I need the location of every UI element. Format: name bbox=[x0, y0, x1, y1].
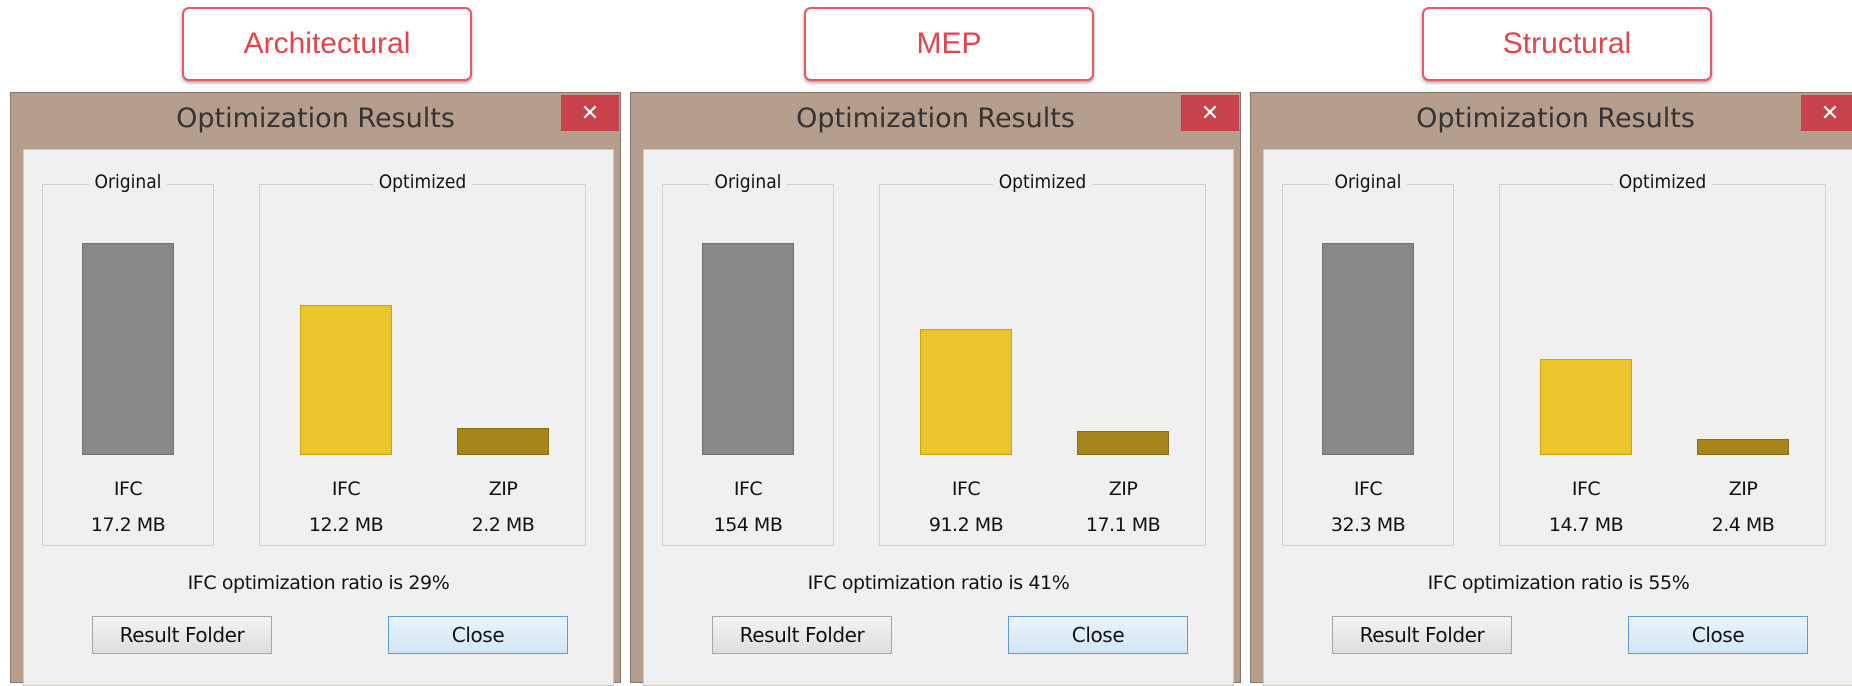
original-group-title: Original bbox=[1328, 171, 1408, 193]
optimized-zip-size: 2.4 MB bbox=[1711, 514, 1775, 536]
optimization-results-window: Optimization Results ✕ Original IFC 32.3… bbox=[1250, 92, 1852, 686]
optimized-zip-size: 2.2 MB bbox=[471, 514, 535, 536]
close-icon[interactable]: ✕ bbox=[561, 95, 619, 131]
optimized-ifc-label: IFC bbox=[1571, 478, 1601, 500]
original-ifc-label: IFC bbox=[1353, 478, 1383, 500]
original-ifc-label: IFC bbox=[733, 478, 763, 500]
optimized-group-title: Optimized bbox=[992, 171, 1093, 193]
optimized-zip-bar bbox=[1697, 439, 1789, 455]
close-button[interactable]: Close bbox=[1008, 616, 1188, 654]
window-title: Optimization Results bbox=[796, 103, 1075, 134]
close-button[interactable]: Close bbox=[1628, 616, 1808, 654]
result-folder-button[interactable]: Result Folder bbox=[712, 616, 892, 654]
panel-architectural: Architectural Optimization Results ✕ Ori… bbox=[0, 0, 621, 686]
optimized-zip-label: ZIP bbox=[1728, 478, 1758, 500]
optimized-zip-bar bbox=[1077, 431, 1169, 455]
optimization-ratio-text: IFC optimization ratio is 55% bbox=[1427, 572, 1690, 594]
optimized-zip-bar bbox=[457, 428, 549, 455]
optimized-zip-label: ZIP bbox=[488, 478, 518, 500]
optimized-zip-label: ZIP bbox=[1108, 478, 1138, 500]
window-title: Optimization Results bbox=[1416, 103, 1695, 134]
close-icon[interactable]: ✕ bbox=[1181, 95, 1239, 131]
optimized-ifc-size: 14.7 MB bbox=[1548, 514, 1624, 536]
optimization-ratio-text: IFC optimization ratio is 29% bbox=[187, 572, 450, 594]
optimized-ifc-bar bbox=[1540, 359, 1632, 455]
optimized-ifc-bar bbox=[300, 305, 392, 455]
optimized-group-title: Optimized bbox=[1612, 171, 1713, 193]
optimization-results-window: Optimization Results ✕ Original IFC 154 … bbox=[630, 92, 1241, 686]
optimized-ifc-size: 91.2 MB bbox=[928, 514, 1004, 536]
optimization-ratio-text: IFC optimization ratio is 41% bbox=[807, 572, 1070, 594]
original-ifc-bar bbox=[1322, 243, 1414, 455]
original-ifc-bar bbox=[82, 243, 174, 455]
result-folder-button[interactable]: Result Folder bbox=[92, 616, 272, 654]
close-icon[interactable]: ✕ bbox=[1801, 95, 1852, 131]
window-title: Optimization Results bbox=[176, 103, 455, 134]
optimized-group: Optimized IFC 14.7 MB ZIP 2.4 MB bbox=[1499, 171, 1826, 546]
optimized-ifc-size: 12.2 MB bbox=[308, 514, 384, 536]
optimization-results-window: Optimization Results ✕ Original IFC 17.2… bbox=[10, 92, 621, 686]
optimized-zip-size: 17.1 MB bbox=[1085, 514, 1161, 536]
original-group-title: Original bbox=[708, 171, 788, 193]
panel-structural: Structural Optimization Results ✕ Origin… bbox=[1240, 0, 1852, 686]
original-ifc-bar bbox=[702, 243, 794, 455]
original-group: Original IFC 154 MB bbox=[662, 171, 834, 546]
optimized-group-title: Optimized bbox=[372, 171, 473, 193]
original-group: Original IFC 17.2 MB bbox=[42, 171, 214, 546]
callout-label: Architectural bbox=[182, 7, 472, 81]
window-client: Original IFC 32.3 MB Optimized IFC 14.7 … bbox=[1263, 149, 1852, 686]
optimized-ifc-label: IFC bbox=[331, 478, 361, 500]
panel-mep: MEP Optimization Results ✕ Original IFC … bbox=[620, 0, 1241, 686]
original-ifc-size: 154 MB bbox=[713, 514, 783, 536]
original-ifc-size: 17.2 MB bbox=[90, 514, 166, 536]
original-ifc-size: 32.3 MB bbox=[1330, 514, 1406, 536]
original-group: Original IFC 32.3 MB bbox=[1282, 171, 1454, 546]
original-ifc-label: IFC bbox=[113, 478, 143, 500]
close-button[interactable]: Close bbox=[388, 616, 568, 654]
window-client: Original IFC 154 MB Optimized IFC 91.2 M… bbox=[643, 149, 1234, 686]
window-client: Original IFC 17.2 MB Optimized IFC 12.2 … bbox=[23, 149, 614, 686]
optimized-ifc-bar bbox=[920, 329, 1012, 455]
callout-label: MEP bbox=[804, 7, 1094, 81]
optimized-group: Optimized IFC 91.2 MB ZIP 17.1 MB bbox=[879, 171, 1206, 546]
callout-label: Structural bbox=[1422, 7, 1712, 81]
result-folder-button[interactable]: Result Folder bbox=[1332, 616, 1512, 654]
optimized-ifc-label: IFC bbox=[951, 478, 981, 500]
optimized-group: Optimized IFC 12.2 MB ZIP 2.2 MB bbox=[259, 171, 586, 546]
original-group-title: Original bbox=[88, 171, 168, 193]
